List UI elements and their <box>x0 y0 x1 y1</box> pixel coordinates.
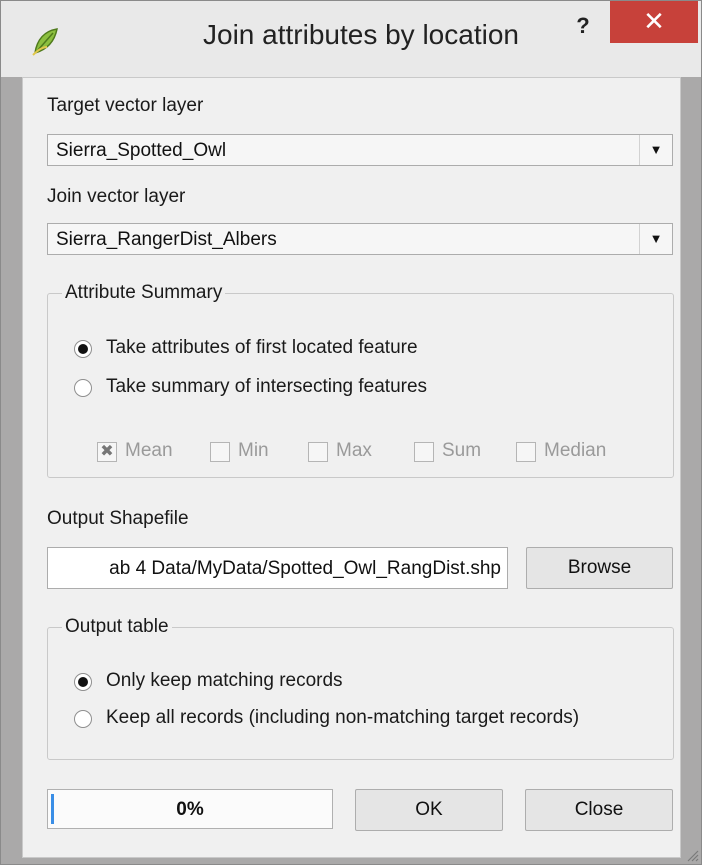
chevron-down-icon[interactable]: ▼ <box>639 135 672 165</box>
attribute-summary-legend: Attribute Summary <box>62 282 226 304</box>
radio-label: Take attributes of first located feature <box>106 337 418 358</box>
ok-button[interactable]: OK <box>355 789 503 831</box>
target-layer-label: Target vector layer <box>47 95 204 116</box>
join-layer-value: Sierra_RangerDist_Albers <box>56 229 277 250</box>
output-table-group: Output table Only keep matching records … <box>47 616 674 760</box>
radio-button[interactable] <box>74 673 92 691</box>
target-layer-value: Sierra_Spotted_Owl <box>56 140 227 161</box>
output-table-legend: Output table <box>62 616 172 638</box>
checkbox-label: Max <box>336 440 372 461</box>
radio-button[interactable] <box>74 710 92 728</box>
title-bar[interactable]: Join attributes by location ? ✕ <box>1 1 701 77</box>
qgis-icon <box>32 28 58 56</box>
checkbox-box[interactable] <box>210 442 230 462</box>
output-path-field[interactable]: ab 4 Data/MyData/Spotted_Owl_RangDist.sh… <box>47 547 508 589</box>
checkbox-label: Sum <box>442 440 482 461</box>
progress-text: 0% <box>176 799 204 820</box>
join-layer-label: Join vector layer <box>47 186 186 207</box>
attribute-summary-group: Attribute Summary Take attributes of fir… <box>47 282 674 478</box>
radio-label: Only keep matching records <box>106 670 343 691</box>
output-shapefile-label: Output Shapefile <box>47 508 189 529</box>
close-window-button[interactable]: ✕ <box>610 1 698 43</box>
checkbox-box[interactable] <box>414 442 434 462</box>
radio-label: Take summary of intersecting features <box>106 376 428 397</box>
help-button[interactable]: ? <box>566 11 600 41</box>
dialog-window: Join attributes by location ? ✕ Target v… <box>0 0 702 865</box>
join-layer-combo[interactable]: Sierra_RangerDist_Albers ▼ <box>47 223 673 255</box>
close-button[interactable]: Close <box>525 789 673 831</box>
resize-grip-icon[interactable] <box>683 846 699 862</box>
radio-button[interactable] <box>74 379 92 397</box>
checkbox-label: Min <box>238 440 269 461</box>
checkbox-label: Median <box>544 440 607 461</box>
window-title: Join attributes by location <box>203 19 519 50</box>
chevron-down-icon[interactable]: ▼ <box>639 224 672 254</box>
target-layer-combo[interactable]: Sierra_Spotted_Owl ▼ <box>47 134 673 166</box>
progress-bar: 0% <box>47 789 333 829</box>
output-path-value: ab 4 Data/MyData/Spotted_Owl_RangDist.sh… <box>109 558 501 579</box>
checkbox-box[interactable] <box>308 442 328 462</box>
checkbox-box[interactable]: ✖ <box>97 442 117 462</box>
radio-label: Keep all records (including non-matching… <box>106 707 580 728</box>
dialog-body: Target vector layer Sierra_Spotted_Owl ▼… <box>22 77 681 858</box>
radio-button[interactable] <box>74 340 92 358</box>
checkbox-label: Mean <box>125 440 173 461</box>
browse-button[interactable]: Browse <box>526 547 673 589</box>
checkbox-box[interactable] <box>516 442 536 462</box>
